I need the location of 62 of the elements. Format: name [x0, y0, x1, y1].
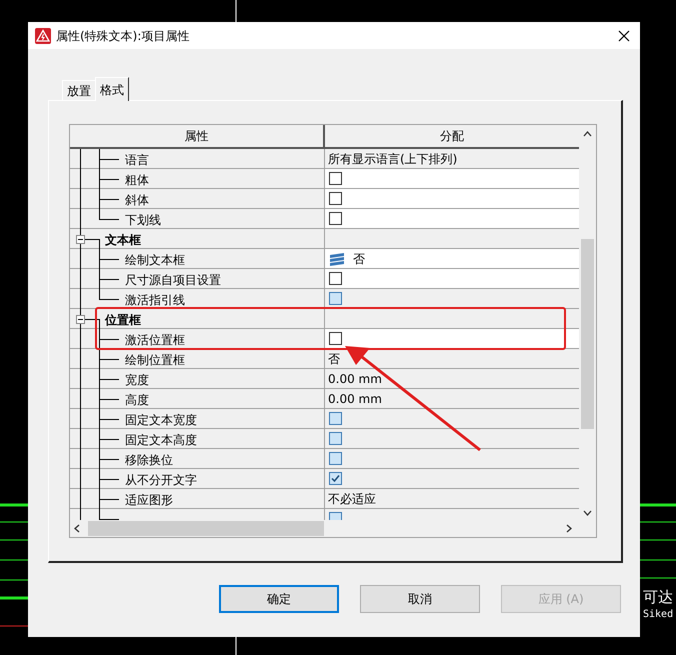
close-button[interactable]: [616, 28, 632, 44]
value-cell[interactable]: [325, 329, 579, 348]
checkbox[interactable]: [329, 472, 342, 485]
property-label: 固定文本高度: [125, 432, 197, 449]
value-text: 否: [353, 250, 365, 268]
tab[interactable]: 放置: [62, 80, 95, 100]
value-cell[interactable]: [325, 269, 579, 288]
dialog-button[interactable]: 确定: [219, 585, 339, 613]
checkbox[interactable]: [329, 272, 342, 285]
value-cell[interactable]: [325, 189, 579, 208]
cad-text: 可达: [643, 587, 673, 608]
property-label: 下划线: [125, 212, 161, 229]
group-label: 文本框: [105, 232, 141, 249]
column-header[interactable]: 分配: [325, 125, 579, 147]
checkbox[interactable]: [329, 212, 342, 225]
value-text: 0.00 mm: [328, 370, 382, 388]
layers-icon: [329, 252, 345, 266]
value-cell[interactable]: [325, 209, 579, 228]
cad-text: Siked: [643, 608, 674, 622]
scroll-left-icon: [74, 524, 80, 533]
value-cell[interactable]: 否: [325, 249, 579, 268]
property-label: 斜体: [125, 192, 149, 209]
property-label: 激活位置框: [125, 332, 185, 349]
value-text: 否: [328, 350, 340, 368]
value-cell[interactable]: [325, 169, 579, 188]
property-label: 宽度: [125, 372, 149, 389]
scrollbar-thumb[interactable]: [581, 239, 594, 429]
checkbox[interactable]: [329, 432, 342, 445]
scroll-down-icon: [583, 510, 592, 516]
property-label: 语言: [125, 152, 149, 169]
property-label: 尺寸源自项目设置: [125, 272, 221, 289]
checkbox[interactable]: [329, 192, 342, 205]
scroll-right-icon: [566, 524, 572, 533]
close-icon: [618, 30, 630, 42]
checkbox[interactable]: [329, 452, 342, 465]
property-label: 从不分开文字: [125, 472, 197, 489]
property-label: 粗体: [125, 172, 149, 189]
warning-icon: [35, 28, 51, 44]
checkbox[interactable]: [329, 172, 342, 185]
checkbox[interactable]: [329, 412, 342, 425]
scroll-up-icon: [583, 131, 592, 137]
property-label: 高度: [125, 392, 149, 409]
property-label: 绘制文本框: [125, 252, 185, 269]
property-label: 固定文本宽度: [125, 412, 197, 429]
dialog-button[interactable]: 取消: [360, 585, 480, 613]
collapse-icon[interactable]: [76, 235, 85, 244]
value-text: 0.00 mm: [328, 390, 382, 408]
column-header[interactable]: 属性: [70, 125, 325, 147]
tab[interactable]: 格式: [95, 77, 129, 101]
property-label: 激活指引线: [125, 292, 185, 309]
value-text: 所有显示语言(上下排列): [328, 150, 458, 168]
property-label: 移除换位: [125, 452, 173, 469]
window-title: 属性(特殊文本):项目属性: [56, 28, 190, 44]
checkbox[interactable]: [329, 292, 342, 305]
checkbox[interactable]: [329, 332, 342, 345]
group-label: 位置框: [105, 312, 141, 329]
checkmark-icon: [330, 473, 341, 484]
property-label: 适应图形: [125, 492, 173, 509]
collapse-icon[interactable]: [76, 315, 85, 324]
property-label: 绘制位置框: [125, 352, 185, 369]
scrollbar-thumb[interactable]: [88, 521, 324, 536]
value-text: 不必适应: [328, 490, 376, 508]
